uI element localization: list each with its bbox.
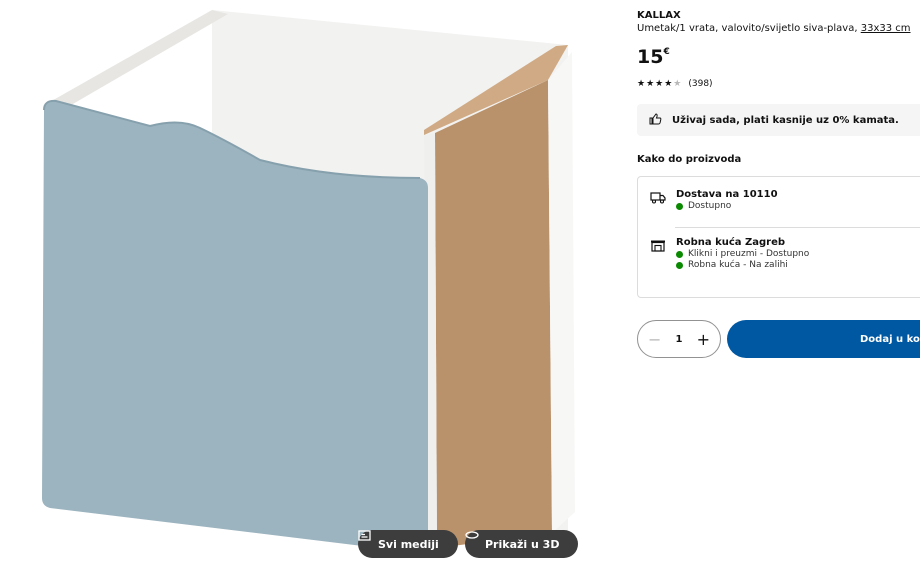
delivery-status-text: Dostupno — [688, 201, 732, 211]
pay-later-text: Uživaj sada, plati kasnije uz 0% kamata. — [672, 114, 899, 126]
product-image — [42, 10, 575, 553]
all-media-label: Svi mediji — [378, 537, 439, 551]
store-title: Robna kuća Zagreb — [676, 237, 786, 248]
price-currency: € — [663, 47, 670, 57]
add-to-cart-button[interactable]: Dodaj u košaricu — [727, 320, 920, 358]
product-media[interactable]: Svi mediji Prikaži u 3D — [0, 0, 600, 584]
all-media-button[interactable]: Svi mediji — [358, 530, 458, 558]
description-text: Umetak/1 vrata, valovito/svijetlo siva-p… — [637, 23, 858, 34]
delivery-truck-icon — [650, 189, 666, 211]
review-count: (398) — [688, 79, 713, 89]
view-3d-button[interactable]: Prikaži u 3D — [465, 530, 578, 558]
delivery-option[interactable]: Dostava na 10110 Dostupno — [650, 189, 778, 211]
divider — [675, 227, 920, 228]
pay-later-banner[interactable]: Uživaj sada, plati kasnije uz 0% kamata. — [637, 104, 920, 136]
rating[interactable]: ★★★★★ (398) — [637, 79, 713, 89]
delivery-title: Dostava na 10110 — [676, 189, 778, 200]
availability-box: Dostava na 10110 Dostupno Robna kuća Zag… — [637, 176, 920, 298]
decrease-quantity-button[interactable]: − — [648, 330, 661, 349]
thumbs-up-icon — [649, 112, 662, 128]
availability-heading: Kako do proizvoda — [637, 154, 742, 165]
delivery-status: Dostupno — [676, 201, 778, 211]
increase-quantity-button[interactable]: + — [697, 330, 710, 349]
store-icon — [650, 237, 666, 270]
click-collect-text: Klikni i preuzmi - Dostupno — [688, 249, 810, 259]
in-store-status: Robna kuća - Na zalihi — [676, 260, 809, 270]
product-price: 15€ — [637, 46, 670, 68]
view-3d-label: Prikaži u 3D — [485, 537, 560, 551]
add-to-cart-label: Dodaj u košaricu — [860, 333, 920, 345]
star-rating-icon: ★★★★★ — [637, 79, 683, 89]
available-dot — [676, 202, 683, 210]
click-collect-status: Klikni i preuzmi - Dostupno — [676, 249, 809, 259]
available-dot — [676, 261, 683, 269]
price-value: 15 — [637, 46, 664, 68]
store-option[interactable]: Robna kuća Zagreb Klikni i preuzmi - Dos… — [650, 237, 809, 270]
in-store-text: Robna kuća - Na zalihi — [688, 260, 788, 270]
quantity-stepper[interactable]: − 1 + — [637, 320, 721, 358]
quantity-value[interactable]: 1 — [676, 334, 683, 345]
product-brand: KALLAX — [637, 10, 681, 21]
product-description: Umetak/1 vrata, valovito/svijetlo siva-p… — [637, 23, 911, 34]
available-dot — [676, 250, 683, 258]
size-link[interactable]: 33x33 cm — [861, 23, 911, 34]
